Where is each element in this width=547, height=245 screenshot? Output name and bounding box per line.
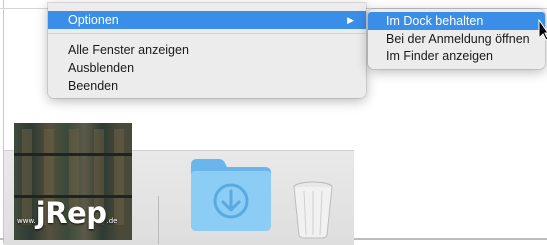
menu-item-ausblenden[interactable]: Ausblenden [48, 59, 366, 77]
menu-item-beenden[interactable]: Beenden [48, 77, 366, 95]
trash-icon[interactable] [292, 181, 334, 239]
dock-divider [158, 196, 159, 244]
options-submenu: Im Dock behalten Bei der Anmeldung öffne… [368, 9, 545, 69]
menu-separator [48, 33, 366, 34]
dock-app-icon[interactable]: www.jRep.de [14, 123, 132, 240]
mouse-cursor-icon [538, 19, 547, 41]
app-icon-logo-text: www.jRep.de [17, 196, 118, 230]
shelf [14, 153, 132, 156]
submenu-arrow-icon: ▶ [347, 15, 354, 25]
downloads-folder-icon[interactable] [187, 155, 275, 233]
menu-item-label: Optionen [68, 13, 119, 27]
submenu-item-bei-der-anmeldung-oeffnen[interactable]: Bei der Anmeldung öffnen [368, 30, 545, 48]
dock-context-menu: Optionen ▶ Alle Fenster anzeigen Ausblen… [48, 3, 366, 98]
submenu-item-im-dock-behalten[interactable]: Im Dock behalten [368, 12, 545, 30]
submenu-item-im-finder-anzeigen[interactable]: Im Finder anzeigen [368, 47, 545, 65]
menu-item-alle-fenster-anzeigen[interactable]: Alle Fenster anzeigen [48, 41, 366, 59]
menu-item-optionen[interactable]: Optionen ▶ [48, 11, 366, 29]
